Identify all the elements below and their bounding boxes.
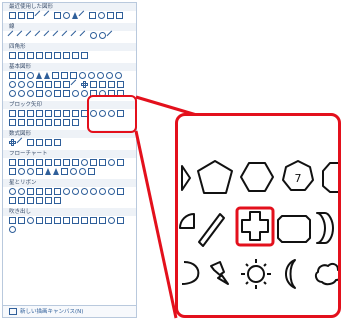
sun-icon[interactable] <box>247 265 265 283</box>
pie-icon[interactable] <box>179 213 195 229</box>
zoomed-shapes: 7 <box>179 160 341 289</box>
can-icon[interactable] <box>316 212 334 244</box>
octagon-icon[interactable] <box>322 162 341 193</box>
diagonal-stripe-icon[interactable] <box>198 213 225 247</box>
heart-icon[interactable] <box>181 261 200 285</box>
sun-ray <box>245 263 249 267</box>
pentagon-icon[interactable] <box>197 160 233 194</box>
zoom-view: 7 <box>175 113 341 318</box>
diamond-icon[interactable] <box>181 165 191 191</box>
plaque-icon[interactable] <box>277 215 311 243</box>
lightning-bolt-icon[interactable] <box>210 261 229 285</box>
cross-icon[interactable] <box>241 211 269 241</box>
sun-ray <box>263 263 267 267</box>
sun-ray <box>245 281 249 285</box>
callout-line-bottom <box>134 130 178 319</box>
sun-ray <box>263 281 267 285</box>
heptagon-number: 7 <box>295 172 302 185</box>
moon-icon[interactable] <box>285 259 296 289</box>
cloud-icon[interactable] <box>314 262 341 286</box>
sun-rays <box>241 259 271 289</box>
hexagon-icon[interactable] <box>240 162 274 192</box>
